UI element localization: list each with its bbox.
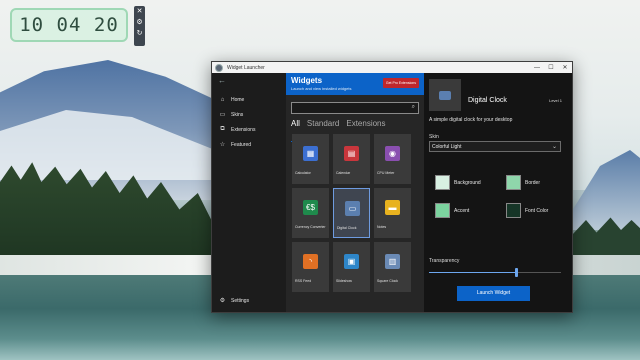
skin-selected-value: Colorful Light (432, 144, 462, 150)
widget-name: Digital Clock (468, 97, 507, 104)
slider-thumb[interactable] (515, 268, 519, 277)
calculator-icon: ▦ (303, 146, 318, 161)
gear-icon[interactable]: ⚙ (136, 18, 142, 27)
color-option-font-color[interactable]: Font Color (506, 203, 570, 218)
clock-hours: 10 (19, 14, 45, 36)
tile-label: CPU Meter (377, 171, 395, 175)
tile-label: Currency Converter (295, 225, 326, 229)
slider-fill (429, 272, 517, 273)
close-icon[interactable]: ✕ (137, 7, 143, 16)
extensions-icon: ⧉ (220, 126, 225, 132)
square-clock-icon: ▥ (385, 254, 400, 269)
skin-label: Skin (429, 134, 439, 140)
window-body: ← ⌂ Home ▭ Skins ⧉ Extensions ☆ Featured… (212, 73, 572, 312)
calendar-icon: ▤ (344, 146, 359, 161)
skins-icon: ▭ (219, 112, 226, 118)
color-swatch[interactable] (506, 203, 521, 218)
tile-label: RSS Feed (295, 279, 312, 283)
digital-clock-icon (439, 90, 451, 100)
color-label: Background (454, 179, 481, 186)
widget-tile-notes[interactable]: ▬ Notes (374, 188, 411, 238)
clock-seconds: 20 (93, 14, 119, 36)
color-swatch[interactable] (435, 175, 450, 190)
clock-time: 10 04 20 (19, 14, 119, 36)
tile-label: Slideshow (336, 279, 352, 283)
rss-icon: ◝ (303, 254, 318, 269)
widget-tile-calendar[interactable]: ▤ Calendar (333, 134, 370, 184)
widget-grid: ▦ Calculator ▤ Calendar ◉ CPU Meter €$ C… (292, 134, 424, 292)
color-label: Font Color (525, 207, 549, 214)
color-swatch[interactable] (506, 175, 521, 190)
gear-icon: ⚙ (219, 298, 226, 304)
color-option-accent[interactable]: Accent (435, 203, 499, 218)
widgets-header: Widgets Launch and view installed widget… (286, 73, 424, 95)
close-button[interactable]: ✕ (558, 64, 572, 71)
cpu-meter-icon: ◉ (385, 146, 400, 161)
transparency-label: Transparency (429, 258, 460, 264)
widget-detail-pane: Digital Clock Level 1 A simple digital c… (424, 73, 572, 312)
tile-label: Calendar (336, 171, 351, 175)
back-button[interactable]: ← (218, 76, 286, 92)
notes-icon: ▬ (385, 200, 400, 215)
maximize-button[interactable]: ☐ (544, 64, 558, 71)
level-badge: Level 1 (549, 98, 562, 103)
window-title: Widget Launcher (227, 64, 265, 71)
chevron-down-icon: ⌄ (551, 144, 557, 150)
widget-tile-square-clock[interactable]: ▥ Square Clock (374, 242, 411, 292)
widget-tile-slideshow[interactable]: ▣ Slideshow (333, 242, 370, 292)
nav-pane: ← ⌂ Home ▭ Skins ⧉ Extensions ☆ Featured… (212, 73, 286, 312)
star-icon: ☆ (219, 142, 226, 148)
widget-description: A simple digital clock for your desktop (429, 117, 513, 123)
nav-item-settings[interactable]: ⚙ Settings (212, 293, 286, 308)
nav-item-label: Extensions (231, 126, 256, 133)
color-option-background[interactable]: Background (435, 175, 499, 190)
skin-dropdown[interactable]: Colorful Light ⌄ (429, 141, 561, 152)
slideshow-icon: ▣ (344, 254, 359, 269)
color-label: Border (525, 179, 541, 186)
refresh-icon[interactable]: ↻ (137, 29, 143, 38)
color-swatch[interactable] (435, 203, 450, 218)
nav-item-label: Home (231, 96, 245, 103)
widgets-panel: Widgets Launch and view installed widget… (286, 73, 424, 312)
clock-widget-toolbar: ✕ ⚙ ↻ (134, 6, 145, 46)
currency-icon: €$ (303, 200, 318, 215)
nav-item-featured[interactable]: ☆ Featured (212, 137, 286, 152)
desktop-clock-widget[interactable]: 10 04 20 (10, 8, 128, 42)
tab-all[interactable]: All (291, 119, 300, 131)
tab-standard[interactable]: Standard (307, 119, 339, 131)
widget-tile-currency-converter[interactable]: €$ Currency Converter (292, 188, 329, 238)
tile-label: Square Clock (377, 279, 399, 283)
digital-clock-icon: ▭ (345, 201, 360, 216)
tab-extensions[interactable]: Extensions (346, 119, 385, 131)
widget-tile-cpu-meter[interactable]: ◉ CPU Meter (374, 134, 411, 184)
widget-launcher-window: Widget Launcher — ☐ ✕ ← ⌂ Home ▭ Skins ⧉… (211, 61, 573, 313)
widget-tile-digital-clock[interactable]: ▭ Digital Clock (333, 188, 370, 238)
nav-item-label: Settings (231, 297, 250, 304)
get-pro-extensions-button[interactable]: Get Pro Extensions (382, 78, 419, 88)
tile-label: Notes (377, 225, 387, 229)
title-bar[interactable]: Widget Launcher — ☐ ✕ (212, 62, 572, 73)
search-icon[interactable]: ⌕ (412, 104, 415, 111)
nav-item-label: Skins (231, 111, 244, 118)
color-option-border[interactable]: Border (506, 175, 570, 190)
tile-label: Digital Clock (337, 226, 357, 230)
transparency-slider[interactable] (429, 268, 561, 277)
nav-item-label: Featured (231, 141, 252, 148)
clock-minutes: 04 (56, 14, 82, 36)
home-icon: ⌂ (220, 96, 225, 103)
tile-label: Calculator (295, 171, 311, 175)
minimize-button[interactable]: — (530, 65, 544, 71)
color-label: Accent (454, 207, 470, 214)
widget-tile-rss-feed[interactable]: ◝ RSS Feed (292, 242, 329, 292)
search-input[interactable]: ⌕ (291, 102, 419, 114)
widget-tile-calculator[interactable]: ▦ Calculator (292, 134, 329, 184)
app-icon (215, 63, 223, 72)
widget-preview (429, 79, 461, 111)
nav-item-skins[interactable]: ▭ Skins (212, 107, 286, 122)
launch-widget-button[interactable]: Launch Widget (457, 286, 530, 301)
nav-item-home[interactable]: ⌂ Home (212, 92, 286, 107)
nav-item-extensions[interactable]: ⧉ Extensions (212, 122, 286, 137)
filter-tabs: All Standard Extensions (291, 119, 424, 131)
